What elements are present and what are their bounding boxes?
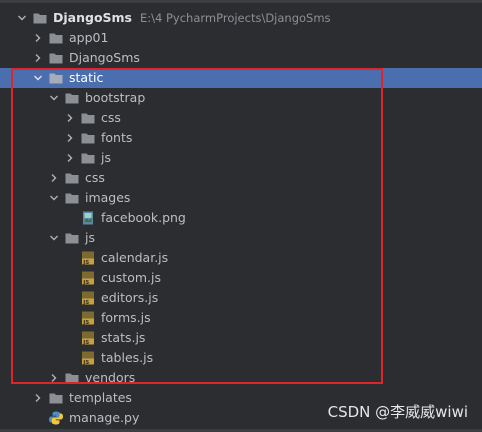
tree-item-facebook-png[interactable]: facebook.png xyxy=(0,208,482,228)
tree-item-stats-js[interactable]: JS stats.js xyxy=(0,328,482,348)
tree-item-label: js xyxy=(101,150,111,165)
tree-item-forms-js[interactable]: JS forms.js xyxy=(0,308,482,328)
chevron-down-icon[interactable] xyxy=(48,192,60,204)
tree-item-editors-js[interactable]: JS editors.js xyxy=(0,288,482,308)
watermark: CSDN @李威威wiwi xyxy=(327,403,468,421)
tree-item-tables-js[interactable]: JS tables.js xyxy=(0,348,482,368)
tree-item-label: vendors xyxy=(85,370,136,385)
chevron-down-icon[interactable] xyxy=(48,232,60,244)
project-name: DjangoSms xyxy=(53,10,132,25)
tree-item-label: templates xyxy=(69,390,132,405)
tree-item-bootstrap-js[interactable]: js xyxy=(0,148,482,168)
svg-text:JS: JS xyxy=(82,260,89,266)
tree-item-label: css xyxy=(101,110,121,125)
folder-icon xyxy=(48,30,64,46)
js-file-icon: JS xyxy=(80,250,96,266)
tree-item-bootstrap[interactable]: bootstrap xyxy=(0,88,482,108)
chevron-right-icon[interactable] xyxy=(32,52,44,64)
js-file-icon: JS xyxy=(80,290,96,306)
tree-root-djangosms[interactable]: DjangoSms E:\4 PycharmProjects\DjangoSms xyxy=(0,8,482,28)
tree-item-label: js xyxy=(85,230,95,245)
js-file-icon: JS xyxy=(80,350,96,366)
tree-item-label: DjangoSms xyxy=(69,50,140,65)
tree-item-label: app01 xyxy=(69,30,109,45)
svg-text:JS: JS xyxy=(82,320,89,326)
tree-item-custom-js[interactable]: JS custom.js xyxy=(0,268,482,288)
chevron-right-icon[interactable] xyxy=(32,392,44,404)
folder-icon xyxy=(48,50,64,66)
tree-item-js[interactable]: js xyxy=(0,228,482,248)
svg-text:JS: JS xyxy=(82,280,89,286)
project-path: E:\4 PycharmProjects\DjangoSms xyxy=(140,11,331,25)
folder-icon xyxy=(48,70,64,86)
tree-item-calendar-js[interactable]: JS calendar.js xyxy=(0,248,482,268)
folder-icon xyxy=(64,190,80,206)
folder-icon xyxy=(48,390,64,406)
chevron-right-icon[interactable] xyxy=(48,372,60,384)
chevron-right-icon[interactable] xyxy=(64,112,76,124)
folder-icon xyxy=(64,370,80,386)
folder-icon xyxy=(80,130,96,146)
tree-item-label: bootstrap xyxy=(85,90,146,105)
chevron-right-icon[interactable] xyxy=(32,32,44,44)
tree-item-label: css xyxy=(85,170,105,185)
tree-item-label: static xyxy=(69,70,104,85)
tree-item-label: facebook.png xyxy=(101,210,186,225)
folder-icon xyxy=(80,110,96,126)
tree-item-app01[interactable]: app01 xyxy=(0,28,482,48)
tree-item-label: stats.js xyxy=(101,330,146,345)
tree-item-label: calendar.js xyxy=(101,250,169,265)
js-file-icon: JS xyxy=(80,270,96,286)
tree-item-static[interactable]: static xyxy=(0,68,482,88)
chevron-right-icon[interactable] xyxy=(64,152,76,164)
tree-item-css[interactable]: css xyxy=(0,168,482,188)
tree-item-bootstrap-fonts[interactable]: fonts xyxy=(0,128,482,148)
folder-icon xyxy=(64,170,80,186)
image-file-icon xyxy=(80,210,96,226)
chevron-right-icon[interactable] xyxy=(64,132,76,144)
top-strip xyxy=(0,0,482,3)
chevron-down-icon[interactable] xyxy=(16,12,28,24)
chevron-right-icon[interactable] xyxy=(48,172,60,184)
folder-icon xyxy=(64,90,80,106)
js-file-icon: JS xyxy=(80,310,96,326)
tree-item-label: custom.js xyxy=(101,270,161,285)
tree-item-djangosms[interactable]: DjangoSms xyxy=(0,48,482,68)
tree-item-label: forms.js xyxy=(101,310,151,325)
python-file-icon xyxy=(48,410,64,426)
tree-item-images[interactable]: images xyxy=(0,188,482,208)
folder-icon xyxy=(80,150,96,166)
tree-item-label: editors.js xyxy=(101,290,159,305)
tree-item-label: images xyxy=(85,190,131,205)
folder-icon xyxy=(64,230,80,246)
chevron-down-icon[interactable] xyxy=(48,92,60,104)
tree-item-label: manage.py xyxy=(69,410,140,425)
tree-item-label: tables.js xyxy=(101,350,154,365)
tree-item-bootstrap-css[interactable]: css xyxy=(0,108,482,128)
svg-text:JS: JS xyxy=(82,300,89,306)
folder-icon xyxy=(32,10,48,26)
tree-item-vendors[interactable]: vendors xyxy=(0,368,482,388)
chevron-down-icon[interactable] xyxy=(32,72,44,84)
tree-item-label: fonts xyxy=(101,130,133,145)
svg-text:JS: JS xyxy=(82,360,89,366)
js-file-icon: JS xyxy=(80,330,96,346)
svg-text:JS: JS xyxy=(82,340,89,346)
